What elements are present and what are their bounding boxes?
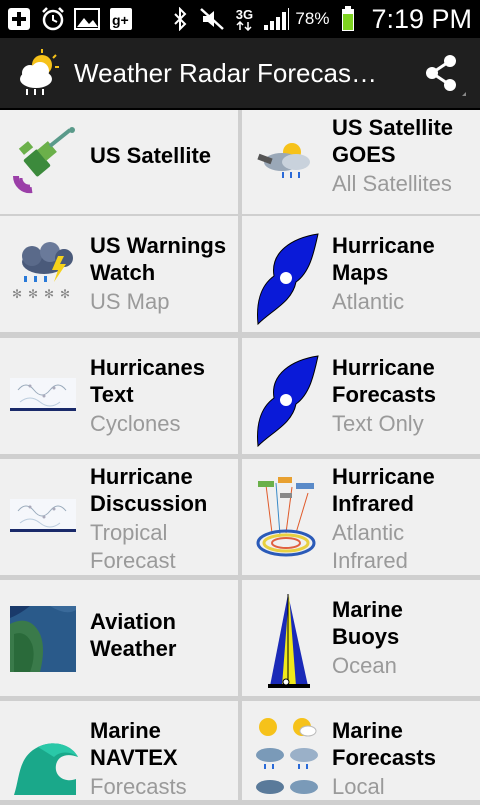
tile-subtitle: Text Only	[332, 411, 424, 436]
storm-cloud-icon: ✻ ✻ ✻ ✻	[10, 240, 80, 310]
tile-hurricane-maps[interactable]: Hurricane Maps Atlantic	[242, 216, 480, 332]
tile-title: Hurricanes Text	[90, 355, 205, 407]
tile-title: Hurricane Maps	[332, 233, 435, 285]
tile-title: Hurricane Forecasts	[332, 355, 436, 407]
tile-us-satellite[interactable]: US Satellite	[0, 110, 238, 214]
share-button[interactable]	[422, 52, 466, 96]
app-title: Weather Radar Forecas…	[74, 57, 377, 88]
svg-text:✻: ✻	[28, 287, 38, 301]
tile-subtitle: Local	[332, 774, 385, 799]
tile-subtitle: Atlantic Infrared	[332, 520, 408, 573]
aerial-map-icon	[10, 604, 80, 674]
tile-subtitle: Forecasts	[90, 774, 187, 799]
gallery-icon	[74, 6, 100, 32]
tile-title: US Satellite	[90, 143, 212, 168]
app-bar: Weather Radar Forecas…	[0, 38, 480, 110]
tile-hurricanes-text[interactable]: Hurricanes Text Cyclones	[0, 338, 238, 454]
forecast-map-icon	[10, 487, 80, 557]
tile-subtitle: Ocean	[332, 653, 397, 678]
battery-percent: 78%	[295, 9, 330, 28]
google-plus-icon: g+	[108, 6, 134, 32]
tile-subtitle: Cyclones	[90, 411, 181, 436]
hurricane-icon	[252, 232, 322, 326]
signal-icon	[263, 6, 290, 32]
tile-title: Marine Buoys	[332, 597, 403, 649]
tile-subtitle: US Map	[90, 289, 170, 314]
svg-text:✻: ✻	[12, 287, 22, 301]
svg-text:g+: g+	[112, 12, 129, 28]
tile-marine-navtex[interactable]: Marine NAVTEX Forecasts	[0, 701, 238, 800]
network-3g-icon: 3G	[231, 6, 257, 32]
tile-us-satellite-goes[interactable]: US Satellite GOES All Satellites	[242, 110, 480, 214]
hurricane-icon	[252, 354, 322, 448]
tile-us-warnings-watch[interactable]: ✻ ✻ ✻ ✻ US Warnings Watch US Map	[0, 216, 238, 332]
tile-marine-forecasts[interactable]: Marine Forecasts Local	[242, 701, 480, 800]
clock: 7:19 PM	[371, 3, 472, 34]
mute-icon	[199, 6, 225, 32]
add-notification-icon	[6, 6, 32, 32]
tile-subtitle: Tropical Forecast	[90, 520, 176, 573]
bluetooth-icon	[167, 6, 193, 32]
alarm-icon	[40, 6, 66, 32]
tile-hurricane-forecasts[interactable]: Hurricane Forecasts Text Only	[242, 338, 480, 454]
tile-hurricane-infrared[interactable]: Hurricane Infrared Atlantic Infrared	[242, 459, 480, 575]
infrared-satellites-icon	[252, 473, 322, 563]
battery-icon	[335, 6, 361, 32]
tile-title: Hurricane Infrared	[332, 464, 435, 516]
buoy-icon	[252, 590, 322, 690]
tile-title: Aviation Weather	[90, 609, 177, 661]
satellite-icon	[10, 126, 80, 196]
share-icon	[426, 55, 466, 96]
tile-marine-buoys[interactable]: Marine Buoys Ocean	[242, 580, 480, 696]
weather-cloud-icon	[12, 45, 68, 101]
tile-subtitle: Atlantic	[332, 289, 405, 314]
tile-title: Marine Forecasts	[332, 718, 436, 770]
tile-title: Marine NAVTEX	[90, 718, 178, 770]
tile-aviation-weather[interactable]: Aviation Weather	[0, 580, 238, 696]
wave-icon	[10, 727, 80, 797]
network-type: 3G	[235, 6, 254, 22]
status-bar: g+ 3G 78% 7:19 PM	[0, 0, 480, 38]
tile-title: US Satellite GOES	[332, 115, 454, 167]
weather-grid-icon	[252, 711, 322, 800]
forecast-map-icon	[10, 366, 80, 436]
tile-subtitle: All Satellites	[332, 171, 452, 196]
svg-text:✻: ✻	[44, 287, 54, 301]
tile-title: Hurricane Discussion	[90, 464, 208, 516]
satellite-cloud-icon	[252, 126, 322, 196]
svg-text:✻: ✻	[60, 287, 70, 301]
tile-hurricane-discussion[interactable]: Hurricane Discussion Tropical Forecast	[0, 459, 238, 575]
tile-title: US Warnings Watch	[90, 233, 227, 285]
